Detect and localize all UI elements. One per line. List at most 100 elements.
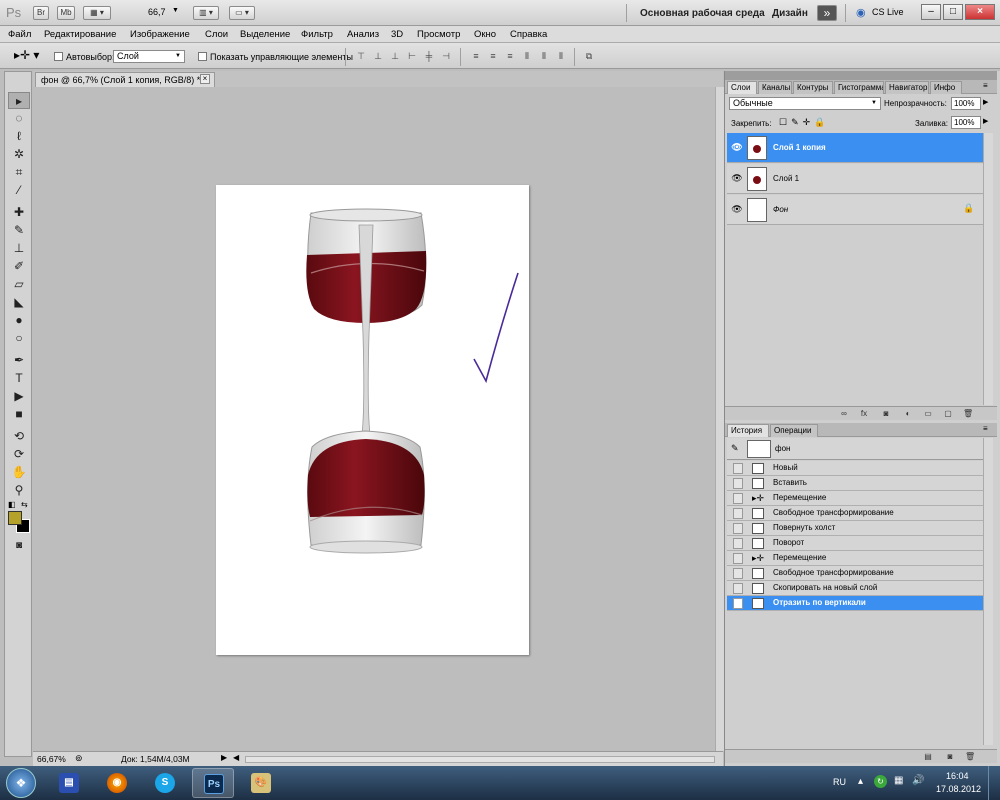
menu-file[interactable]: Файл [8,29,31,40]
arrange-documents-button[interactable]: ▥ ▾ [193,6,219,20]
history-brush-source-box[interactable] [733,508,743,519]
eyedropper-tool-icon[interactable]: ⁄ [8,182,30,199]
canvas-area[interactable] [33,87,723,751]
quick-mask-icon[interactable]: ◙ [8,537,30,554]
history-item[interactable]: Свободное трансформирование [727,566,983,581]
history-item-current[interactable]: Отразить по вертикали [727,596,983,611]
bridge-button[interactable]: Br [33,6,49,20]
start-button[interactable]: ❖ [6,768,36,798]
taskbar-app-firefox[interactable]: ◉ [96,768,138,798]
show-transform-controls-checkbox[interactable] [198,52,207,61]
move-tool-icon[interactable]: ▸ [8,92,30,109]
autoselect-dropdown[interactable]: Слой [113,50,185,63]
history-brush-source-box[interactable] [733,568,743,579]
language-indicator[interactable]: RU [833,777,846,787]
menu-3d[interactable]: 3D [391,29,403,40]
type-tool-icon[interactable]: T [8,370,30,387]
menu-view[interactable]: Просмотр [417,29,460,40]
paint-bucket-tool-icon[interactable]: ◣ [8,294,30,311]
history-brush-source-box[interactable] [733,598,743,609]
align-top-icon[interactable]: ⊤ [355,50,367,62]
align-bottom-icon[interactable]: ⊥ [389,50,401,62]
update-tray-icon[interactable]: ↻ [874,775,887,788]
distribute-top-icon[interactable]: ≡ [470,50,482,62]
zoom-level-dropdown[interactable]: 66,7 [148,7,166,17]
layer-row-background[interactable]: 👁 Фон 🔒 [727,195,983,225]
eye-icon[interactable]: 👁 [731,173,743,185]
auto-align-icon[interactable]: ⧉ [583,50,595,62]
new-group-icon[interactable]: ▭ [923,409,933,419]
distribute-left-icon[interactable]: ⦀ [521,50,533,62]
brush-tool-icon[interactable]: ✎ [8,222,30,239]
history-brush-source-box[interactable] [733,583,743,594]
history-brush-source-box[interactable] [733,493,743,504]
distribute-right-icon[interactable]: ⦀ [555,50,567,62]
history-brush-source-box[interactable] [733,523,743,534]
history-scrollbar[interactable] [983,438,993,745]
menu-window[interactable]: Окно [474,29,496,40]
tab-histogram[interactable]: Гистограмма [834,81,884,94]
fill-slider-arrow-icon[interactable]: ▶ [983,117,988,125]
history-snapshot[interactable]: ✎ фон [727,438,983,460]
history-item[interactable]: Вставить [727,476,983,491]
menu-select[interactable]: Выделение [240,29,290,40]
history-item[interactable]: Повернуть холст [727,521,983,536]
crop-tool-icon[interactable]: ⌗ [8,164,30,181]
network-icon[interactable]: ▦ [894,775,903,786]
fill-input[interactable]: 100% [951,116,981,129]
history-brush-source-box[interactable] [733,478,743,489]
show-desktop-button[interactable] [988,766,1000,800]
adjustment-layer-icon[interactable]: ◐ [903,409,913,419]
history-item[interactable]: ▸✛ Перемещение [727,551,983,566]
align-right-icon[interactable]: ⊣ [440,50,452,62]
autoselect-checkbox[interactable] [54,52,63,61]
align-vcenter-icon[interactable]: ⊥ [372,50,384,62]
blend-mode-dropdown[interactable]: Обычные [729,97,881,110]
tab-channels[interactable]: Каналы [758,81,792,94]
history-item[interactable]: ▸✛ Перемещение [727,491,983,506]
layer-style-icon[interactable]: fx [859,409,869,419]
3d-rotate-tool-icon[interactable]: ⟲ [8,428,30,445]
distribute-bottom-icon[interactable]: ≡ [504,50,516,62]
pen-tool-icon[interactable]: ✒ [8,352,30,369]
blur-tool-icon[interactable]: ● [8,312,30,329]
zoom-tool-icon[interactable]: ⚲ [8,482,30,499]
horizontal-scrollbar[interactable] [245,756,715,763]
foreground-color-swatch[interactable] [8,511,22,525]
vertical-scrollbar[interactable] [715,87,724,751]
mini-bridge-button[interactable]: Mb [57,6,75,20]
panel-menu-icon[interactable]: ≡ [983,81,988,90]
restore-button[interactable]: □ [943,4,963,20]
distribute-vcenter-icon[interactable]: ≡ [487,50,499,62]
show-hidden-icons-icon[interactable]: ▴ [858,776,863,787]
history-item[interactable]: Свободное трансформирование [727,506,983,521]
lasso-tool-icon[interactable]: ℓ [8,128,30,145]
align-hcenter-icon[interactable]: ╪ [423,50,435,62]
more-workspaces-button[interactable]: » [817,5,837,21]
document-canvas[interactable] [216,185,529,655]
screen-mode-button[interactable]: ▭ ▾ [229,6,255,20]
taskbar-app-photoshop[interactable]: Ps [192,768,234,798]
panel-collapse-bar[interactable] [725,71,997,80]
history-brush-source-box[interactable] [733,553,743,564]
layers-scrollbar[interactable] [983,133,993,405]
link-layers-icon[interactable]: ∞ [839,409,849,419]
tab-layers[interactable]: Слои [727,81,757,94]
tab-history[interactable]: История [727,424,769,437]
eye-icon[interactable]: 👁 [731,204,743,216]
opacity-input[interactable]: 100% [951,97,981,110]
history-item[interactable]: Новый [727,461,983,476]
zoom-preview-icon[interactable]: ⊚ [75,753,83,764]
clock-time[interactable]: 16:04 [946,771,969,781]
document-tab[interactable]: фон @ 66,7% (Слой 1 копия, RGB/8) * × [35,72,215,87]
status-menu-arrow-icon[interactable]: ▶ [221,753,227,762]
clock-date[interactable]: 17.08.2012 [936,784,981,794]
3d-orbit-tool-icon[interactable]: ⟳ [8,446,30,463]
close-button[interactable]: × [965,4,995,20]
workspace-essentials[interactable]: Основная рабочая среда [640,8,765,19]
menu-help[interactable]: Справка [510,29,547,40]
marquee-tool-icon[interactable]: ◌ [8,110,30,127]
zoom-level-field[interactable]: 66,67% [37,754,66,764]
layer-row-copy[interactable]: 👁 Слой 1 копия [727,133,983,163]
minimize-button[interactable]: – [921,4,941,20]
